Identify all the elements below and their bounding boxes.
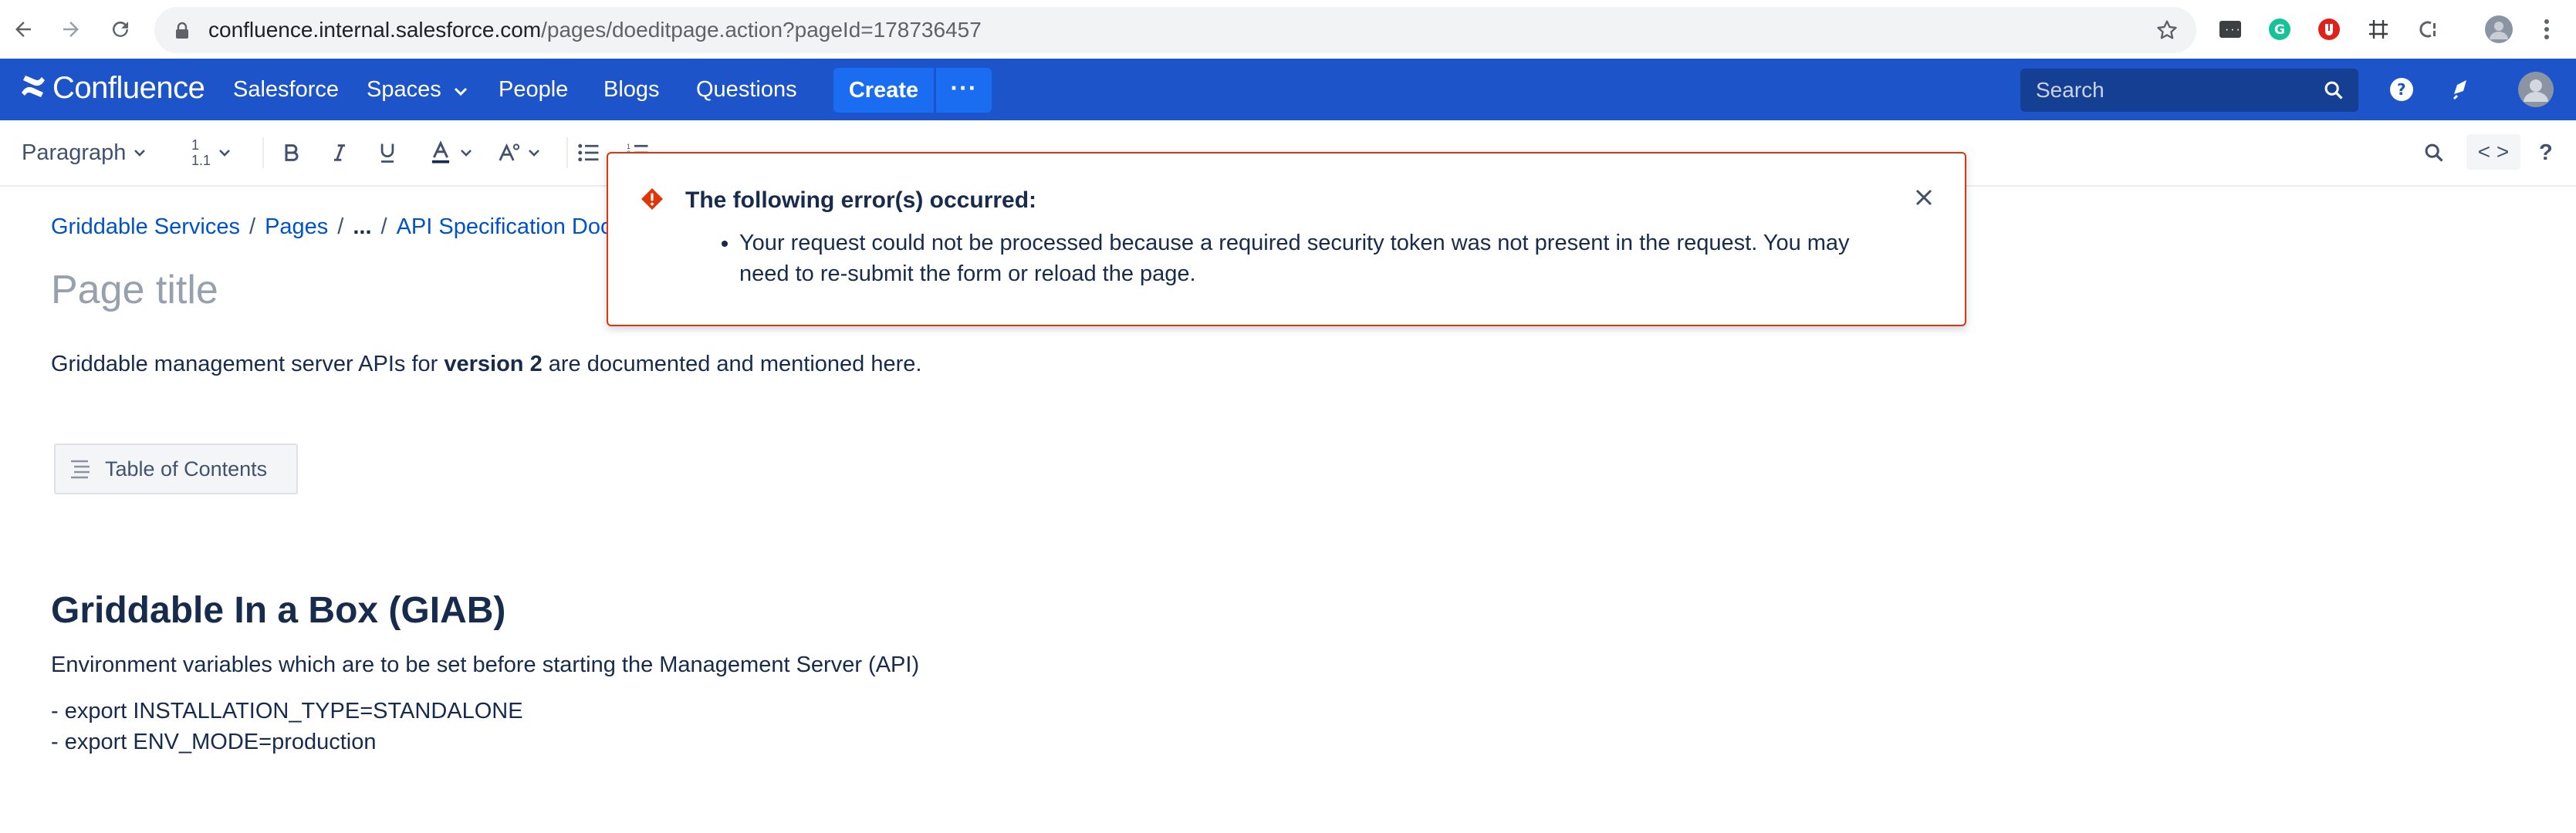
breadcrumb: Griddable Services / Pages /... / API Specifi… bbox=[51, 214, 611, 240]
chevron-down-icon bbox=[219, 150, 230, 157]
export-line-2[interactable]: - export ENV_MODE=production bbox=[51, 730, 377, 755]
browser-chrome: confluence.internal.salesforce.com/pages… bbox=[0, 0, 2576, 59]
nav-spaces-label: Spaces bbox=[367, 77, 441, 102]
table-of-contents-macro[interactable]: Table of Contents bbox=[54, 443, 298, 494]
heading-numbering-dropdown[interactable]: 1 1.1 bbox=[191, 120, 231, 185]
toolbar-divider bbox=[262, 137, 264, 168]
confluence-logo-icon bbox=[20, 73, 46, 103]
toc-icon bbox=[69, 459, 93, 483]
confluence-logo[interactable]: Confluence bbox=[20, 71, 205, 106]
breadcrumb-separator: / bbox=[337, 214, 344, 239]
nav-salesforce[interactable]: Salesforce bbox=[233, 59, 339, 120]
search-placeholder: Search bbox=[2036, 78, 2104, 102]
source-editor-button[interactable]: < > bbox=[2466, 134, 2520, 170]
svg-text:G: G bbox=[2274, 22, 2285, 38]
intro-text-end: are documented and mentioned here. bbox=[542, 352, 922, 376]
error-message-list: Your request could not be processed beca… bbox=[685, 228, 1874, 289]
error-title: The following error(s) occurred: bbox=[685, 187, 1037, 213]
create-button[interactable]: Create bbox=[833, 68, 934, 113]
nav-blogs[interactable]: Blogs bbox=[603, 59, 660, 120]
error-message: Your request could not be processed beca… bbox=[739, 228, 1874, 289]
text-color-icon bbox=[431, 140, 450, 164]
terminal-extension-icon[interactable]: ··· bbox=[2215, 14, 2246, 45]
breadcrumb-ellipsis[interactable]: ... bbox=[353, 214, 371, 239]
export-line-1[interactable]: - export INSTALLATION_TYPE=STANDALONE bbox=[51, 699, 523, 724]
browser-menu-icon[interactable] bbox=[2531, 14, 2562, 45]
intro-text-start: Griddable management server APIs for bbox=[51, 352, 445, 376]
italic-icon[interactable] bbox=[329, 120, 350, 185]
reload-icon[interactable] bbox=[105, 14, 136, 45]
bold-icon[interactable] bbox=[281, 120, 303, 185]
breadcrumb-separator: / bbox=[380, 214, 387, 239]
chevron-down-icon bbox=[134, 150, 146, 157]
page-title-input[interactable]: Page title bbox=[51, 267, 218, 313]
breadcrumb-separator: / bbox=[249, 214, 256, 239]
chevron-down-icon bbox=[461, 150, 472, 157]
intro-bold-text: version 2 bbox=[444, 352, 543, 376]
profile-avatar-icon[interactable] bbox=[2483, 14, 2514, 45]
back-arrow-icon[interactable] bbox=[8, 14, 39, 45]
intro-paragraph[interactable]: Griddable management server APIs for ver… bbox=[51, 352, 921, 377]
grid-extension-icon[interactable] bbox=[2363, 14, 2394, 45]
grammarly-extension-icon[interactable]: G bbox=[2264, 14, 2295, 45]
help-icon[interactable]: ? bbox=[2386, 74, 2417, 105]
forward-arrow-icon[interactable] bbox=[56, 14, 86, 45]
toolbar-divider bbox=[566, 137, 568, 168]
underline-icon[interactable] bbox=[377, 120, 398, 185]
c-extension-icon[interactable] bbox=[2412, 14, 2443, 45]
url-path: /pages/doeditpage.action?pageId=17873645… bbox=[541, 18, 982, 42]
bullet-list-icon[interactable] bbox=[577, 120, 600, 185]
text-formatting-dropdown[interactable] bbox=[497, 120, 540, 185]
numbering-icon: 1 1.1 bbox=[191, 137, 211, 168]
numbering-bottom: 1.1 bbox=[191, 153, 211, 168]
user-avatar[interactable] bbox=[2517, 71, 2554, 108]
error-flag: The following error(s) occurred: Your re… bbox=[607, 152, 1966, 326]
text-color-dropdown[interactable] bbox=[429, 120, 472, 185]
create-more-button[interactable]: ··· bbox=[936, 68, 992, 113]
error-warning-icon bbox=[641, 187, 664, 214]
close-icon[interactable] bbox=[1914, 187, 1934, 211]
env-description[interactable]: Environment variables which are to be se… bbox=[51, 653, 919, 678]
editor-help-button[interactable]: ? bbox=[2539, 120, 2553, 185]
section-heading[interactable]: Griddable In a Box (GIAB) bbox=[51, 589, 505, 632]
lock-icon bbox=[174, 22, 190, 44]
paragraph-style-dropdown[interactable]: Paragraph bbox=[22, 120, 146, 185]
clear-formatting-icon bbox=[499, 143, 520, 161]
url-text: confluence.internal.salesforce.com/pages… bbox=[208, 7, 982, 53]
svg-text:?: ? bbox=[2397, 80, 2406, 99]
svg-text:···: ··· bbox=[2224, 25, 2241, 35]
breadcrumb-space[interactable]: Griddable Services bbox=[51, 214, 240, 239]
chevron-down-icon bbox=[454, 87, 467, 96]
chevron-down-icon bbox=[529, 150, 539, 157]
shield-extension-icon[interactable] bbox=[2314, 14, 2344, 45]
confluence-header: Confluence Salesforce Spaces People Blog… bbox=[0, 59, 2576, 120]
search-icon bbox=[2323, 79, 2344, 105]
nav-spaces[interactable]: Spaces bbox=[367, 59, 468, 120]
url-host: confluence.internal.salesforce.com bbox=[208, 18, 542, 42]
paragraph-style-label: Paragraph bbox=[22, 140, 127, 165]
numbering-top: 1 bbox=[191, 137, 200, 153]
notifications-icon[interactable] bbox=[2446, 74, 2477, 105]
search-input[interactable]: Search bbox=[2020, 69, 2358, 112]
toc-label: Table of Contents bbox=[105, 457, 268, 481]
logo-text: Confluence bbox=[52, 71, 205, 105]
nav-people[interactable]: People bbox=[499, 59, 568, 120]
find-replace-icon[interactable] bbox=[2423, 120, 2445, 185]
address-bar[interactable]: confluence.internal.salesforce.com/pages… bbox=[154, 7, 2196, 53]
breadcrumb-parent-page[interactable]: API Specification Doc bbox=[397, 214, 612, 239]
nav-questions[interactable]: Questions bbox=[696, 59, 797, 120]
breadcrumb-pages[interactable]: Pages bbox=[265, 214, 328, 239]
bookmark-star-icon[interactable] bbox=[2155, 18, 2179, 46]
